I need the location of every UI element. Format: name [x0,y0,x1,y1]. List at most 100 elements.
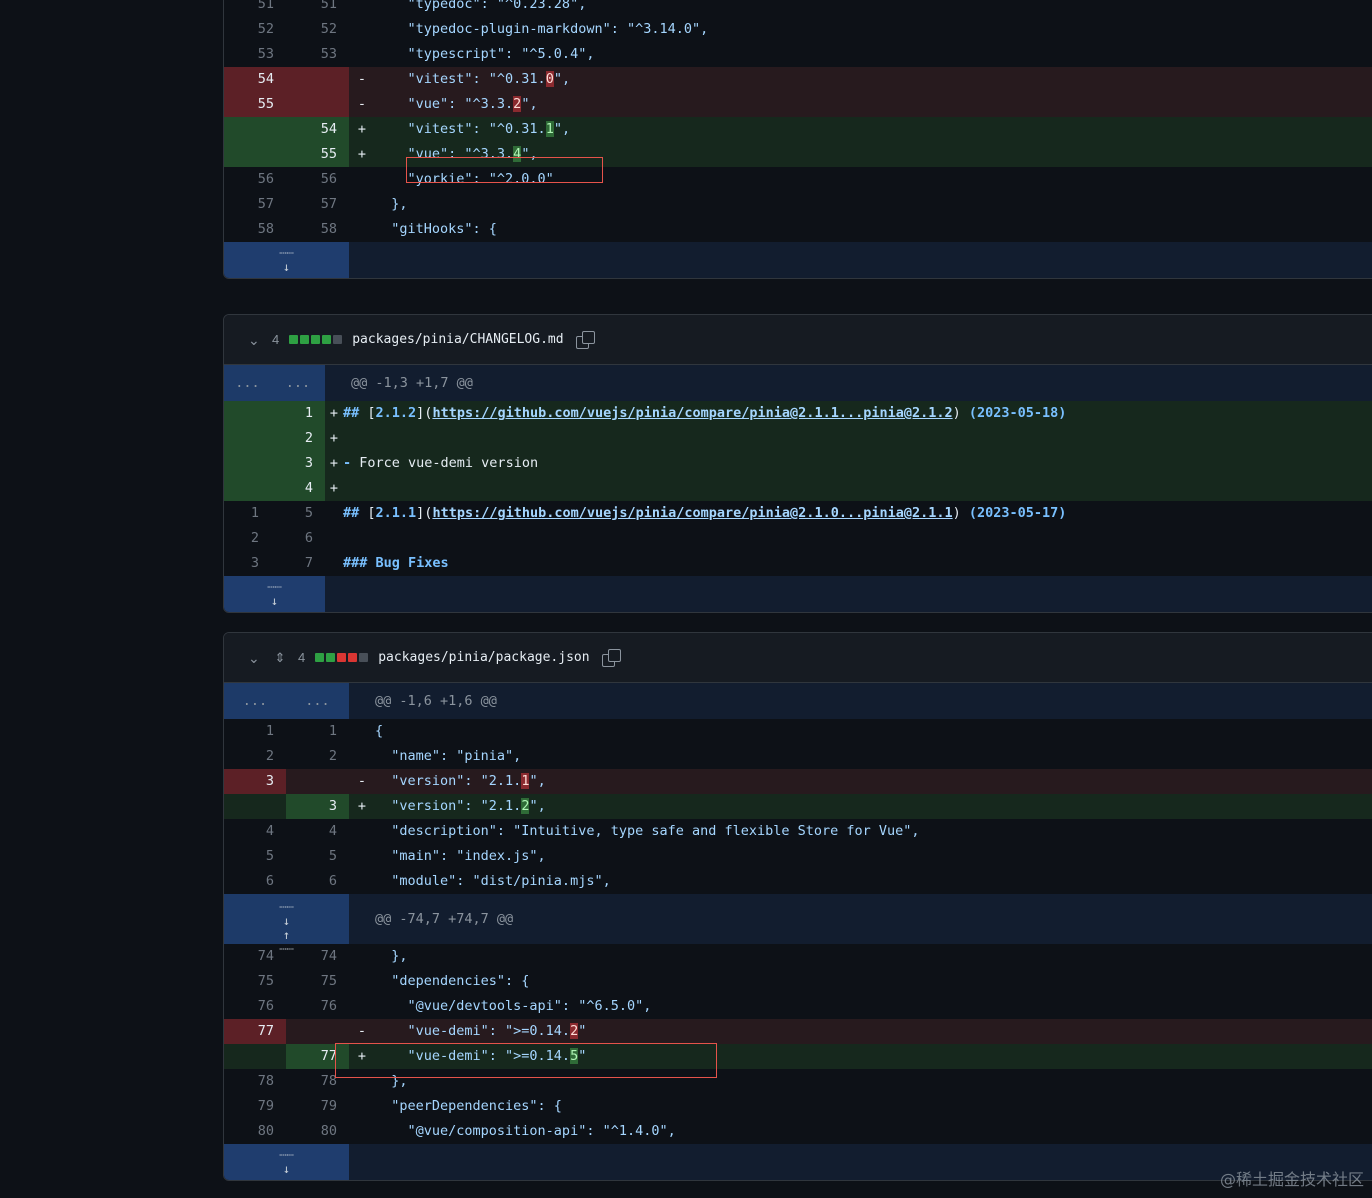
copy-icon[interactable] [601,648,621,667]
compare-link[interactable]: https://github.com/vuejs/pinia/compare/p… [432,405,952,421]
old-line-number[interactable] [224,1044,286,1069]
new-line-number[interactable]: 2 [286,744,349,769]
new-line-number[interactable]: 1 [286,719,349,744]
code-line: "typedoc-plugin-markdown": "^3.14.0", [375,17,1372,42]
diff-marker [349,719,375,744]
new-line-number[interactable]: 75 [286,969,349,994]
compare-link[interactable]: https://github.com/vuejs/pinia/compare/p… [432,505,952,521]
new-line-number[interactable]: 4 [286,819,349,844]
old-line-number[interactable]: 3 [224,769,286,794]
hunk-text: @@ -74,7 +74,7 @@ [375,911,514,927]
expand-up-icon[interactable]: ... [271,365,325,401]
context-line: 55 "main": "index.js", [224,844,1372,869]
code-line: "vitest": "^0.31.0", [375,67,1372,92]
old-line-number[interactable] [224,476,271,501]
new-line-number[interactable]: 58 [286,217,349,242]
new-line-number[interactable] [286,92,349,117]
code-text: "peerDependencies": { [375,1098,562,1114]
old-line-number[interactable]: 58 [224,217,286,242]
new-line-number[interactable]: 4 [271,476,325,501]
md-token: 2.1.2 [375,405,417,421]
new-line-number[interactable]: 56 [286,167,349,192]
old-line-number[interactable]: 1 [224,501,271,526]
old-line-number[interactable]: 80 [224,1119,286,1144]
code-line: "version": "2.1.2", [375,794,1372,819]
expand-down-row[interactable]: ┈┈ ↓ [224,242,1372,278]
expand-down-row[interactable]: ┈┈ ↓ [224,576,1372,612]
unfold-icon[interactable]: ┈┈ ↓ ↑ ┈┈ [224,894,349,956]
old-line-number[interactable]: 56 [224,167,286,192]
old-line-number[interactable]: 55 [224,92,286,117]
code-text: "vue-demi": ">=0.14. [375,1023,571,1039]
old-line-number[interactable]: 78 [224,1069,286,1094]
old-line-number[interactable]: 76 [224,994,286,1019]
old-line-number[interactable] [224,401,271,426]
old-line-number[interactable]: 74 [224,944,286,969]
old-line-number[interactable]: 3 [224,551,271,576]
code-line: "gitHooks": { [375,217,1372,242]
expand-down-icon[interactable]: ┈┈ ↓ [224,1144,349,1180]
context-line: 51 51 "typedoc": "^0.23.28", [224,0,1372,17]
new-line-number[interactable]: 54 [286,117,349,142]
expand-down-row[interactable]: ┈┈ ↓ [224,1144,1372,1180]
new-line-number[interactable]: 3 [271,451,325,476]
expand-up-icon[interactable]: ... [224,683,286,719]
new-line-number[interactable] [286,1019,349,1044]
new-line-number[interactable] [286,769,349,794]
new-line-number[interactable]: 52 [286,17,349,42]
old-line-number[interactable]: 1 [224,719,286,744]
new-line-number[interactable]: 2 [271,426,325,451]
old-line-number[interactable]: 75 [224,969,286,994]
expand-up-icon[interactable]: ... [286,683,349,719]
new-line-number[interactable]: 53 [286,42,349,67]
copy-icon[interactable] [575,330,595,349]
diff-marker: + [329,430,339,446]
old-line-number[interactable]: 57 [224,192,286,217]
new-line-number[interactable]: 3 [286,794,349,819]
old-line-number[interactable]: 53 [224,42,286,67]
diff-marker [349,994,375,1019]
new-line-number[interactable]: 6 [271,526,325,551]
expand-up-icon[interactable]: ... [224,365,271,401]
new-line-number[interactable]: 76 [286,994,349,1019]
new-line-number[interactable]: 55 [286,142,349,167]
expand-down-icon[interactable]: ┈┈ ↓ [224,576,325,612]
added-line: 3 + - Force vue-demi version [224,451,1372,476]
new-line-number[interactable]: 80 [286,1119,349,1144]
new-line-number[interactable]: 5 [271,501,325,526]
file-name[interactable]: packages/pinia/package.json [378,650,589,665]
file-name[interactable]: packages/pinia/CHANGELOG.md [352,332,563,347]
old-line-number[interactable] [224,117,286,142]
old-line-number[interactable]: 54 [224,67,286,92]
new-line-number[interactable]: 1 [271,401,325,426]
code-line: ### Bug Fixes [343,551,1372,576]
new-line-number[interactable] [286,67,349,92]
code-text: { [375,723,384,739]
old-line-number[interactable]: 2 [224,744,286,769]
old-line-number[interactable]: 79 [224,1094,286,1119]
old-line-number[interactable]: 51 [224,0,286,17]
chevron-down-icon[interactable]: ⌄ [248,333,262,347]
code-text: "typescript": "^5.0.4", [375,46,595,62]
old-line-number[interactable]: 2 [224,526,271,551]
old-line-number[interactable]: 77 [224,1019,286,1044]
old-line-number[interactable] [224,142,286,167]
new-line-number[interactable]: 7 [271,551,325,576]
new-line-number[interactable]: 5 [286,844,349,869]
new-line-number[interactable]: 57 [286,192,349,217]
new-line-number[interactable]: 51 [286,0,349,17]
chevron-down-icon[interactable]: ⌄ [248,651,262,665]
expand-down-icon[interactable]: ┈┈ ↓ [224,242,349,278]
new-line-number[interactable]: 74 [286,944,349,969]
unfold-icon[interactable]: ⇕ [272,649,288,667]
old-line-number[interactable] [224,451,271,476]
old-line-number[interactable]: 52 [224,17,286,42]
new-line-number[interactable]: 6 [286,869,349,894]
old-line-number[interactable] [224,794,286,819]
new-line-number[interactable]: 79 [286,1094,349,1119]
old-line-number[interactable] [224,426,271,451]
old-line-number[interactable]: 4 [224,819,286,844]
old-line-number[interactable]: 6 [224,869,286,894]
old-line-number[interactable]: 5 [224,844,286,869]
